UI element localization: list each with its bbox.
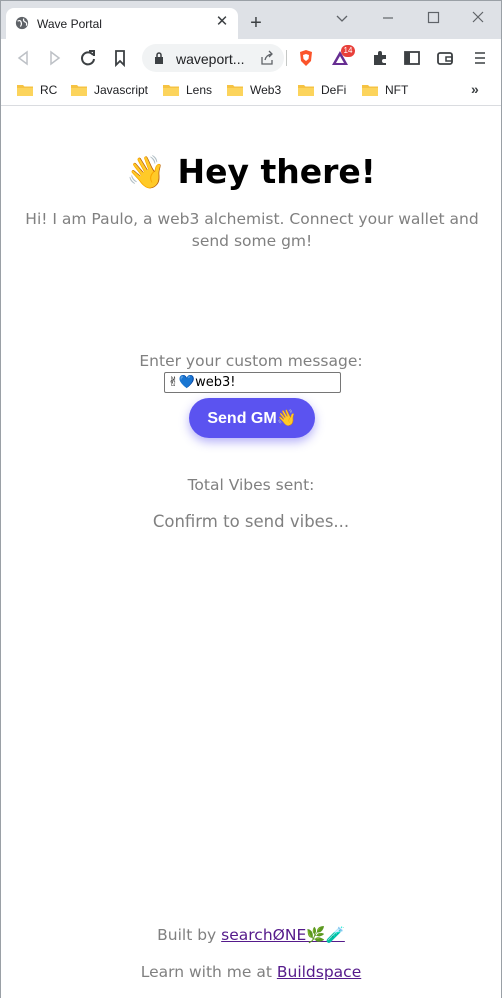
close-icon[interactable]: ✕ — [212, 12, 232, 32]
lock-icon[interactable] — [154, 52, 164, 64]
bookmark-icon[interactable] — [110, 48, 130, 68]
bookmark-label: NFT — [385, 83, 409, 97]
folder-icon — [17, 85, 33, 96]
buildspace-link[interactable]: Buildspace — [277, 963, 361, 981]
folder-icon — [227, 85, 243, 96]
puzzle-icon[interactable] — [370, 48, 390, 68]
plus-icon[interactable]: + — [245, 12, 267, 34]
wallet-icon[interactable] — [435, 48, 455, 68]
menu-icon[interactable] — [470, 48, 490, 68]
waving-hand-icon: 👋 — [126, 153, 166, 191]
bookmark-label: RC — [40, 83, 58, 97]
custom-message-input[interactable] — [164, 372, 341, 393]
title-bar: Wave Portal ✕ + — [1, 1, 501, 39]
chevron-double-right-icon[interactable]: » — [471, 81, 479, 97]
footer-learn: Learn with me at Buildspace — [1, 963, 501, 981]
page-content: 👋 Hey there! Hi! I am Paulo, a web3 alch… — [1, 106, 501, 998]
bookmarks-bar: RC Javascript Lens Web3 DeFi NFT » — [1, 77, 501, 106]
bookmark-label: DeFi — [321, 83, 347, 97]
url-text: waveport... — [176, 51, 245, 67]
toolbar: waveport... 14 — [1, 39, 501, 77]
chevron-down-icon[interactable] — [331, 7, 353, 29]
minimize-icon[interactable] — [377, 7, 399, 29]
tab-title: Wave Portal — [37, 17, 102, 31]
reload-icon[interactable] — [78, 48, 98, 68]
learn-prefix: Learn with me at — [140, 963, 277, 981]
forward-icon[interactable] — [45, 48, 65, 68]
folder-icon — [163, 85, 179, 96]
back-icon[interactable] — [13, 48, 33, 68]
author-link[interactable]: searchØNE🌿🧪 — [221, 926, 345, 944]
folder-icon — [362, 85, 378, 96]
maximize-icon[interactable] — [422, 7, 444, 29]
globe-icon — [15, 16, 29, 30]
bookmark-label: Web3 — [250, 83, 282, 97]
toolbar-separator — [286, 50, 287, 66]
brave-shield-icon[interactable] — [296, 48, 316, 68]
window-close-icon[interactable] — [467, 7, 489, 29]
folder-icon — [298, 85, 314, 96]
page-title: 👋 Hey there! — [1, 152, 501, 191]
footer-built-by: Built by searchØNE🌿🧪 — [1, 926, 501, 944]
folder-icon — [71, 85, 87, 96]
tab-wave-portal[interactable]: Wave Portal ✕ — [6, 8, 238, 39]
message-label: Enter your custom message: — [139, 352, 363, 370]
confirm-status: Confirm to send vibes... — [152, 512, 350, 531]
browser-window: Wave Portal ✕ + waveport... 14 RC Javasc… — [0, 0, 502, 998]
address-bar[interactable]: waveport... — [142, 44, 284, 72]
page-subtitle: Hi! I am Paulo, a web3 alchemist. Connec… — [25, 210, 479, 250]
share-icon[interactable] — [259, 50, 275, 66]
total-vibes-label: Total Vibes sent: — [187, 476, 315, 494]
bookmark-label: Lens — [186, 83, 213, 97]
built-by-prefix: Built by — [157, 926, 222, 944]
bookmark-label: Javascript — [94, 83, 149, 97]
page-title-text: Hey there! — [177, 152, 376, 191]
sidebar-icon[interactable] — [402, 48, 422, 68]
rewards-badge: 14 — [341, 45, 355, 57]
send-gm-button[interactable]: Send GM👋 — [189, 398, 315, 438]
